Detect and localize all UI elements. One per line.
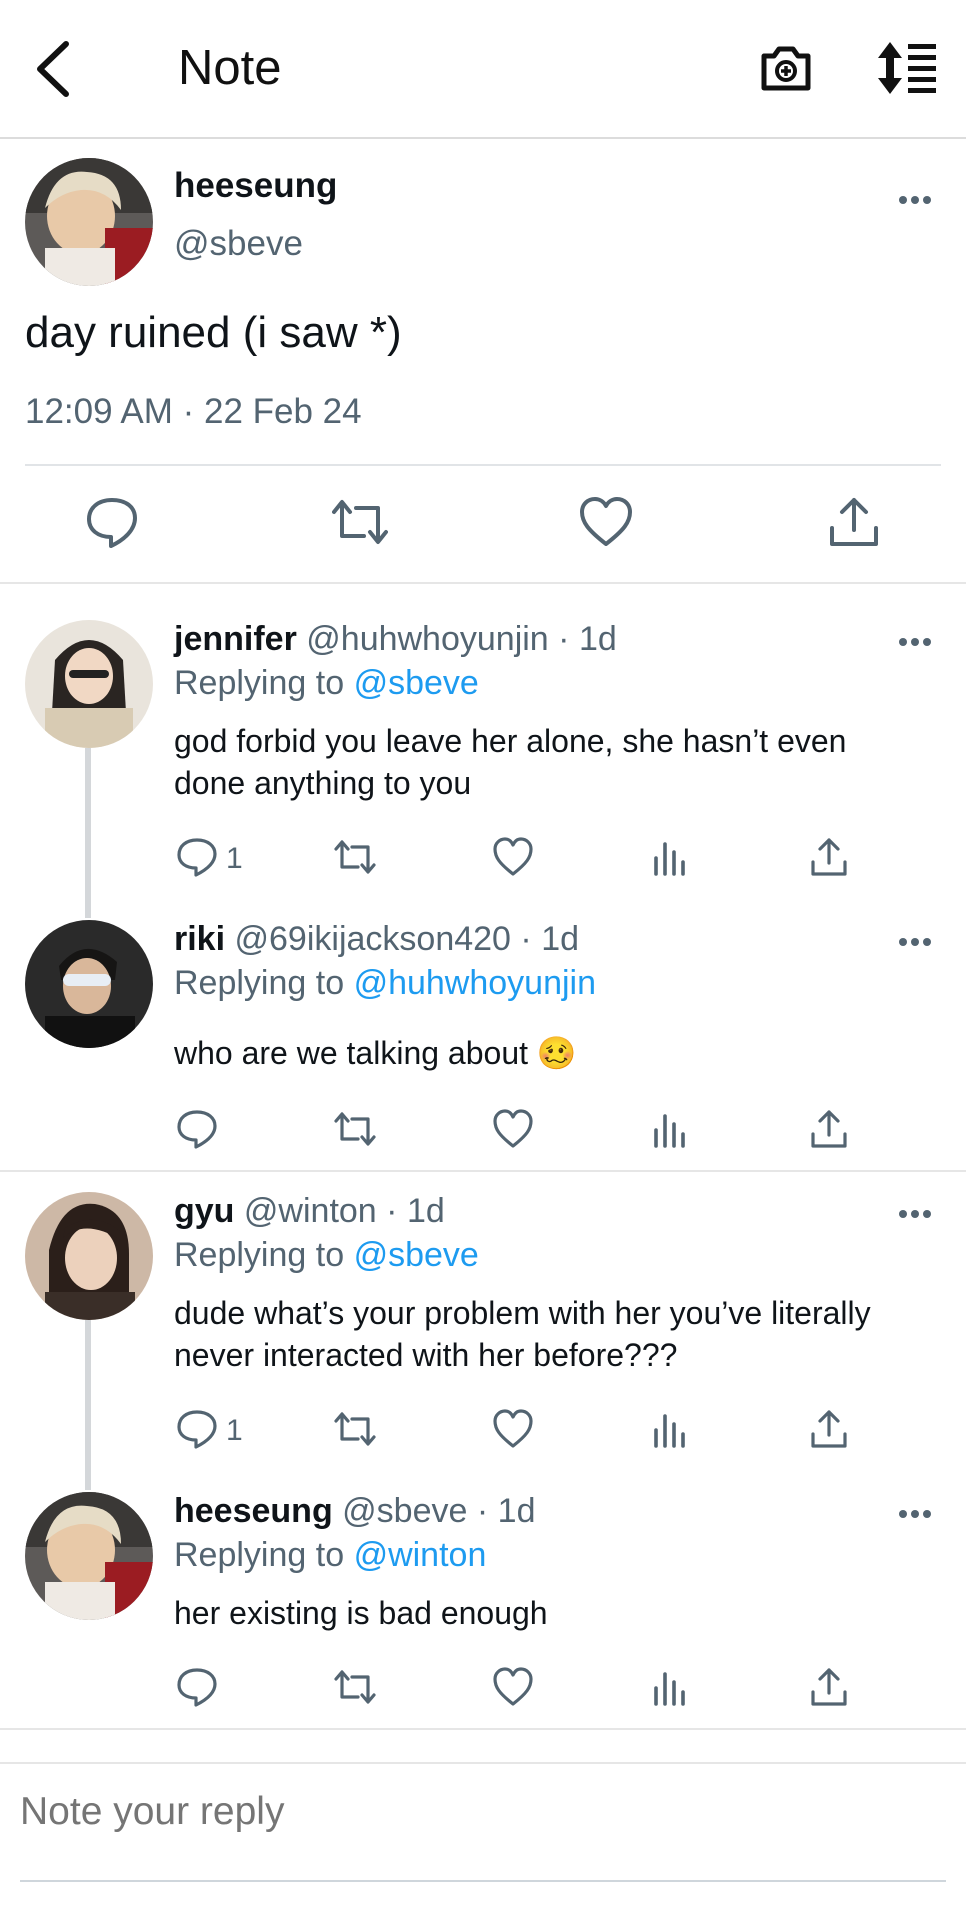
replying-label: Replying to bbox=[174, 964, 345, 1002]
reply-count: 1 bbox=[226, 842, 243, 875]
thread-line bbox=[85, 1320, 91, 1490]
more-options-icon[interactable] bbox=[898, 936, 932, 948]
analytics-icon[interactable] bbox=[650, 1108, 692, 1150]
reply-icon[interactable] bbox=[176, 836, 218, 878]
sort-icon[interactable] bbox=[874, 40, 938, 96]
avatar[interactable] bbox=[25, 1492, 153, 1620]
like-icon[interactable] bbox=[492, 1666, 534, 1708]
share-icon[interactable] bbox=[808, 1108, 850, 1150]
renote-icon[interactable] bbox=[332, 494, 388, 550]
analytics-icon[interactable] bbox=[650, 1408, 692, 1450]
replying-to-link[interactable]: @winton bbox=[354, 1536, 487, 1574]
like-icon[interactable] bbox=[578, 494, 634, 550]
separator: · bbox=[476, 1492, 489, 1530]
author-name[interactable]: heeseung bbox=[174, 166, 337, 206]
replying-label: Replying to bbox=[174, 664, 345, 702]
reply-icon[interactable] bbox=[176, 1108, 218, 1150]
reply-icon[interactable] bbox=[84, 494, 140, 550]
author-handle[interactable]: @sbeve bbox=[342, 1492, 467, 1530]
share-icon[interactable] bbox=[826, 494, 882, 550]
page-title: Note bbox=[178, 41, 282, 95]
separator: · bbox=[386, 1192, 398, 1230]
more-options-icon[interactable] bbox=[898, 1508, 932, 1520]
analytics-icon[interactable] bbox=[650, 1666, 692, 1708]
renote-icon[interactable] bbox=[334, 836, 376, 878]
divider bbox=[0, 1170, 966, 1172]
author-name[interactable]: heeseung bbox=[174, 1492, 333, 1530]
divider bbox=[0, 1728, 966, 1730]
avatar[interactable] bbox=[25, 158, 153, 286]
separator: · bbox=[520, 920, 532, 958]
divider bbox=[0, 1762, 966, 1764]
author-handle[interactable]: @winton bbox=[244, 1192, 377, 1230]
author-name[interactable]: jennifer bbox=[174, 620, 297, 658]
like-icon[interactable] bbox=[492, 1408, 534, 1450]
renote-icon[interactable] bbox=[334, 1408, 376, 1450]
reply-count: 1 bbox=[226, 1414, 243, 1447]
reply-icon[interactable] bbox=[176, 1666, 218, 1708]
reply-time: 1d bbox=[578, 620, 617, 658]
analytics-icon[interactable] bbox=[650, 836, 692, 878]
replying-to-link[interactable]: @huhwhoyunjin bbox=[354, 964, 596, 1002]
avatar[interactable] bbox=[25, 920, 153, 1048]
top-bar: Note bbox=[0, 0, 966, 139]
renote-icon[interactable] bbox=[334, 1108, 376, 1150]
divider bbox=[25, 464, 941, 466]
reply-time: 1d bbox=[406, 1192, 445, 1230]
like-icon[interactable] bbox=[492, 1108, 534, 1150]
reply-icon[interactable] bbox=[176, 1408, 218, 1450]
avatar[interactable] bbox=[25, 1192, 153, 1320]
reply-text: god forbid you leave her alone, she hasn… bbox=[174, 723, 847, 801]
more-options-icon[interactable] bbox=[898, 194, 932, 206]
reply-time: 1d bbox=[541, 920, 580, 958]
author-handle[interactable]: @sbeve bbox=[174, 224, 303, 264]
reply-time: 1d bbox=[497, 1492, 536, 1530]
avatar[interactable] bbox=[25, 620, 153, 748]
more-options-icon[interactable] bbox=[898, 1208, 932, 1220]
reply-text: her existing is bad enough bbox=[174, 1595, 548, 1631]
share-icon[interactable] bbox=[808, 1666, 850, 1708]
replying-label: Replying to bbox=[174, 1536, 345, 1574]
chevron-left-icon[interactable] bbox=[30, 38, 80, 100]
more-options-icon[interactable] bbox=[898, 636, 932, 648]
share-icon[interactable] bbox=[808, 836, 850, 878]
like-icon[interactable] bbox=[492, 836, 534, 878]
thread-line bbox=[85, 748, 91, 918]
reply-input[interactable] bbox=[20, 1790, 940, 1834]
replying-to-link[interactable]: @sbeve bbox=[354, 664, 479, 702]
renote-icon[interactable] bbox=[334, 1666, 376, 1708]
timestamp: 12:09 AM · 22 Feb 24 bbox=[25, 392, 362, 431]
replying-label: Replying to bbox=[174, 1236, 345, 1274]
input-underline bbox=[20, 1880, 946, 1882]
reply-text: dude what’s your problem with her you’ve… bbox=[174, 1295, 871, 1373]
replying-to-link[interactable]: @sbeve bbox=[354, 1236, 479, 1274]
tweet-text: day ruined (i saw *) bbox=[25, 308, 402, 357]
share-icon[interactable] bbox=[808, 1408, 850, 1450]
divider bbox=[0, 582, 966, 584]
camera-icon[interactable] bbox=[758, 40, 814, 96]
author-handle[interactable]: @huhwhoyunjin bbox=[306, 620, 548, 658]
reply-text: who are we talking about 🥴 bbox=[174, 1035, 577, 1071]
separator: · bbox=[558, 620, 570, 658]
author-handle[interactable]: @69ikijackson420 bbox=[235, 920, 511, 958]
author-name[interactable]: gyu bbox=[174, 1192, 234, 1230]
author-name[interactable]: riki bbox=[174, 920, 225, 958]
